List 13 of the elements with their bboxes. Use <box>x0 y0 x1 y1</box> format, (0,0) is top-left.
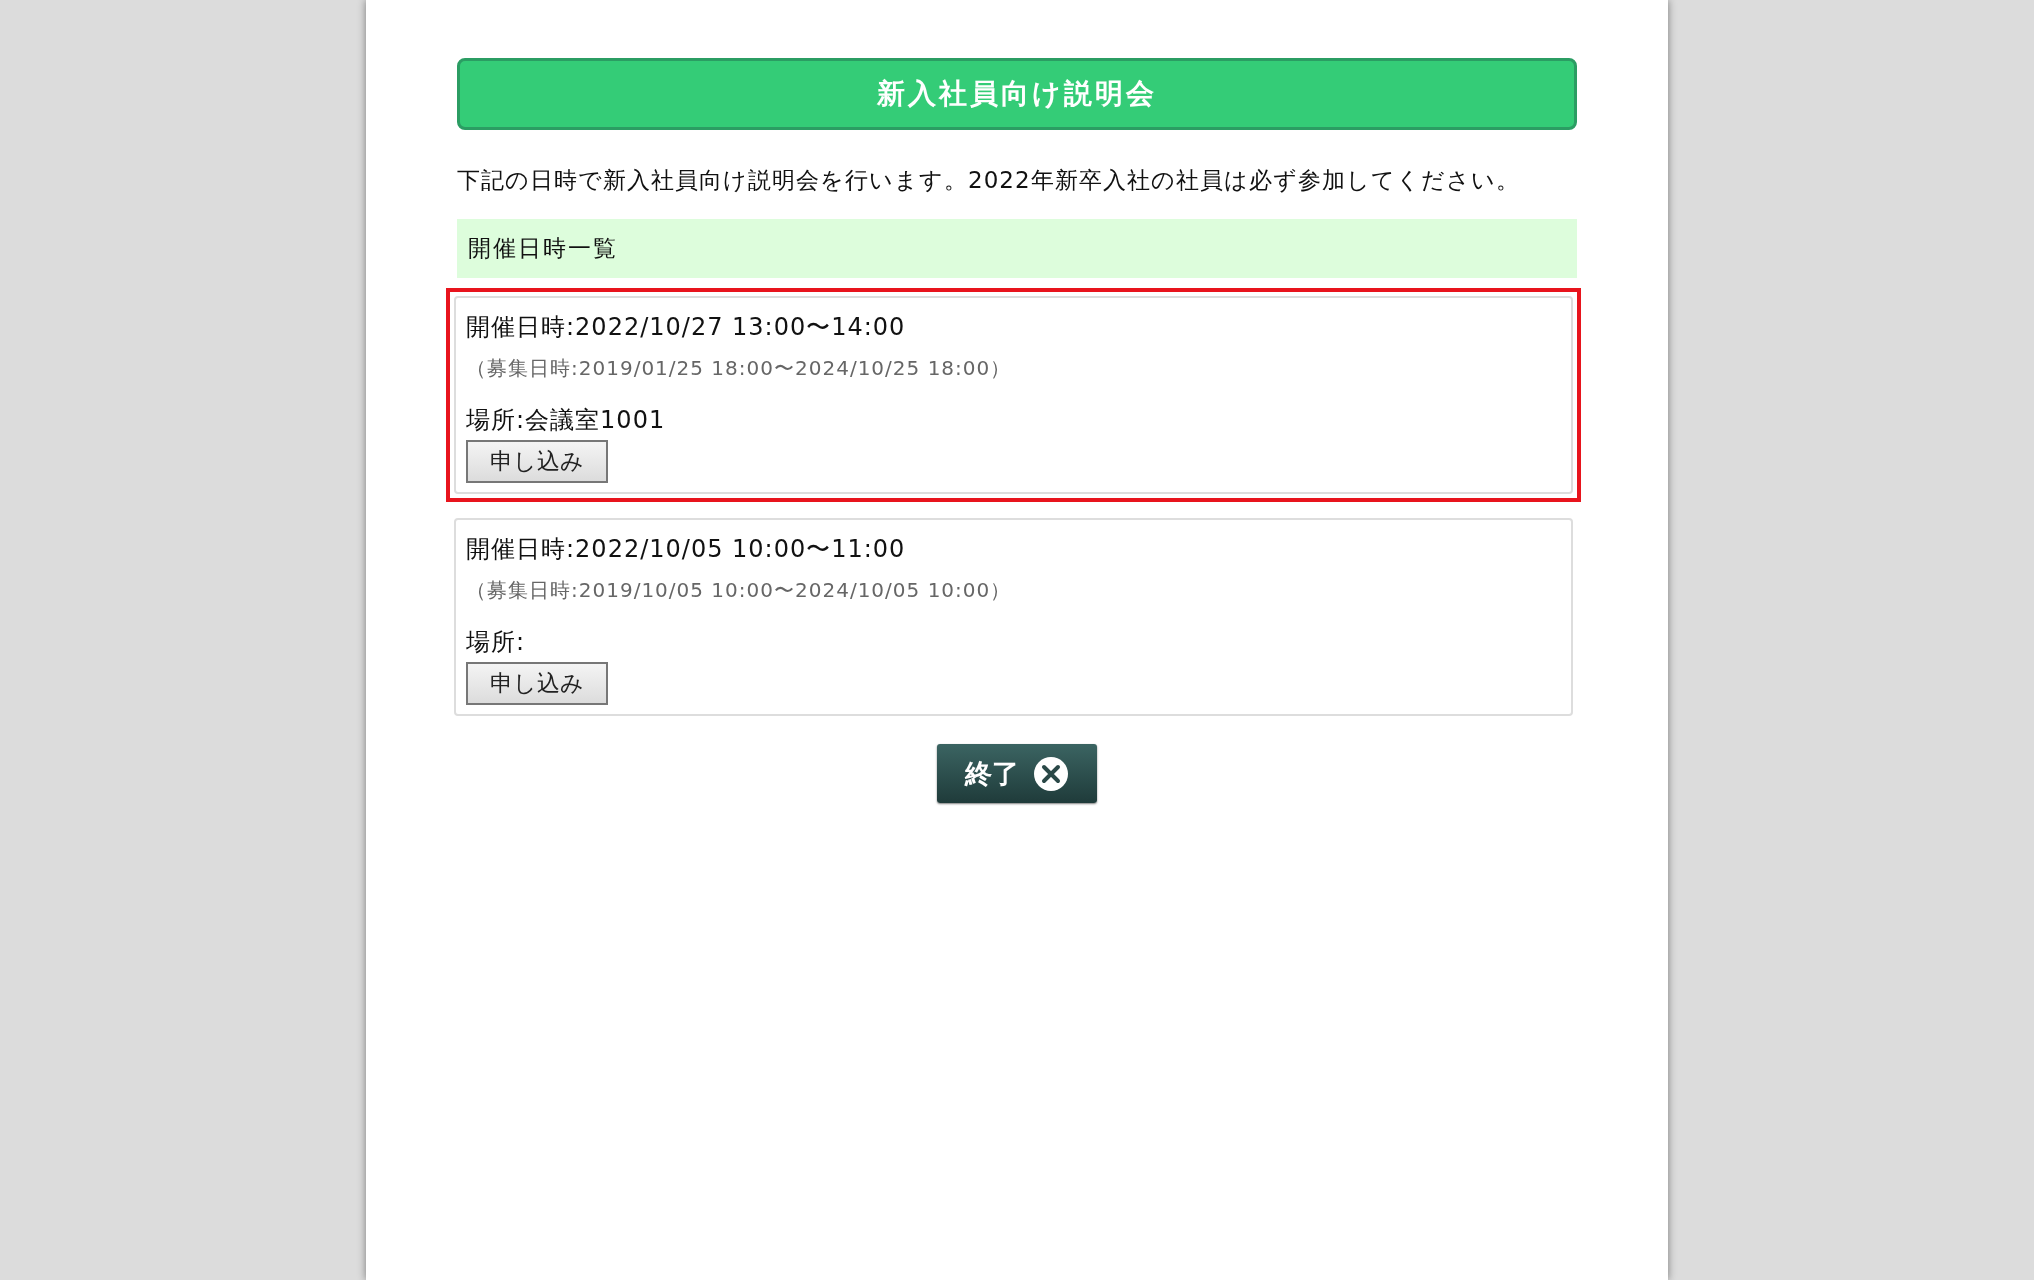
apply-button[interactable]: 申し込み <box>466 662 608 705</box>
event-datetime: 開催日時:2022/10/05 10:00〜11:00 <box>466 534 906 565</box>
apply-button[interactable]: 申し込み <box>466 440 608 483</box>
list-heading: 開催日時一覧 <box>457 219 1577 278</box>
event-place: 場所: <box>466 627 526 658</box>
event-datetime: 開催日時:2022/10/27 13:00〜14:00 <box>466 312 906 343</box>
recruitment-period: （募集日時:2019/10/05 10:00〜2024/10/05 10:00） <box>466 577 1012 604</box>
recruitment-period: （募集日時:2019/01/25 18:00〜2024/10/25 18:00） <box>466 355 1012 382</box>
event-place: 場所:会議室1001 <box>466 405 666 436</box>
description-text: 下記の日時で新入社員向け説明会を行います。2022年新卒入社の社員は必ず参加してください。 <box>457 166 1521 195</box>
page-title: 新入社員向け説明会 <box>457 58 1577 130</box>
close-button[interactable]: 終了 <box>937 744 1097 803</box>
close-icon <box>1033 755 1069 792</box>
